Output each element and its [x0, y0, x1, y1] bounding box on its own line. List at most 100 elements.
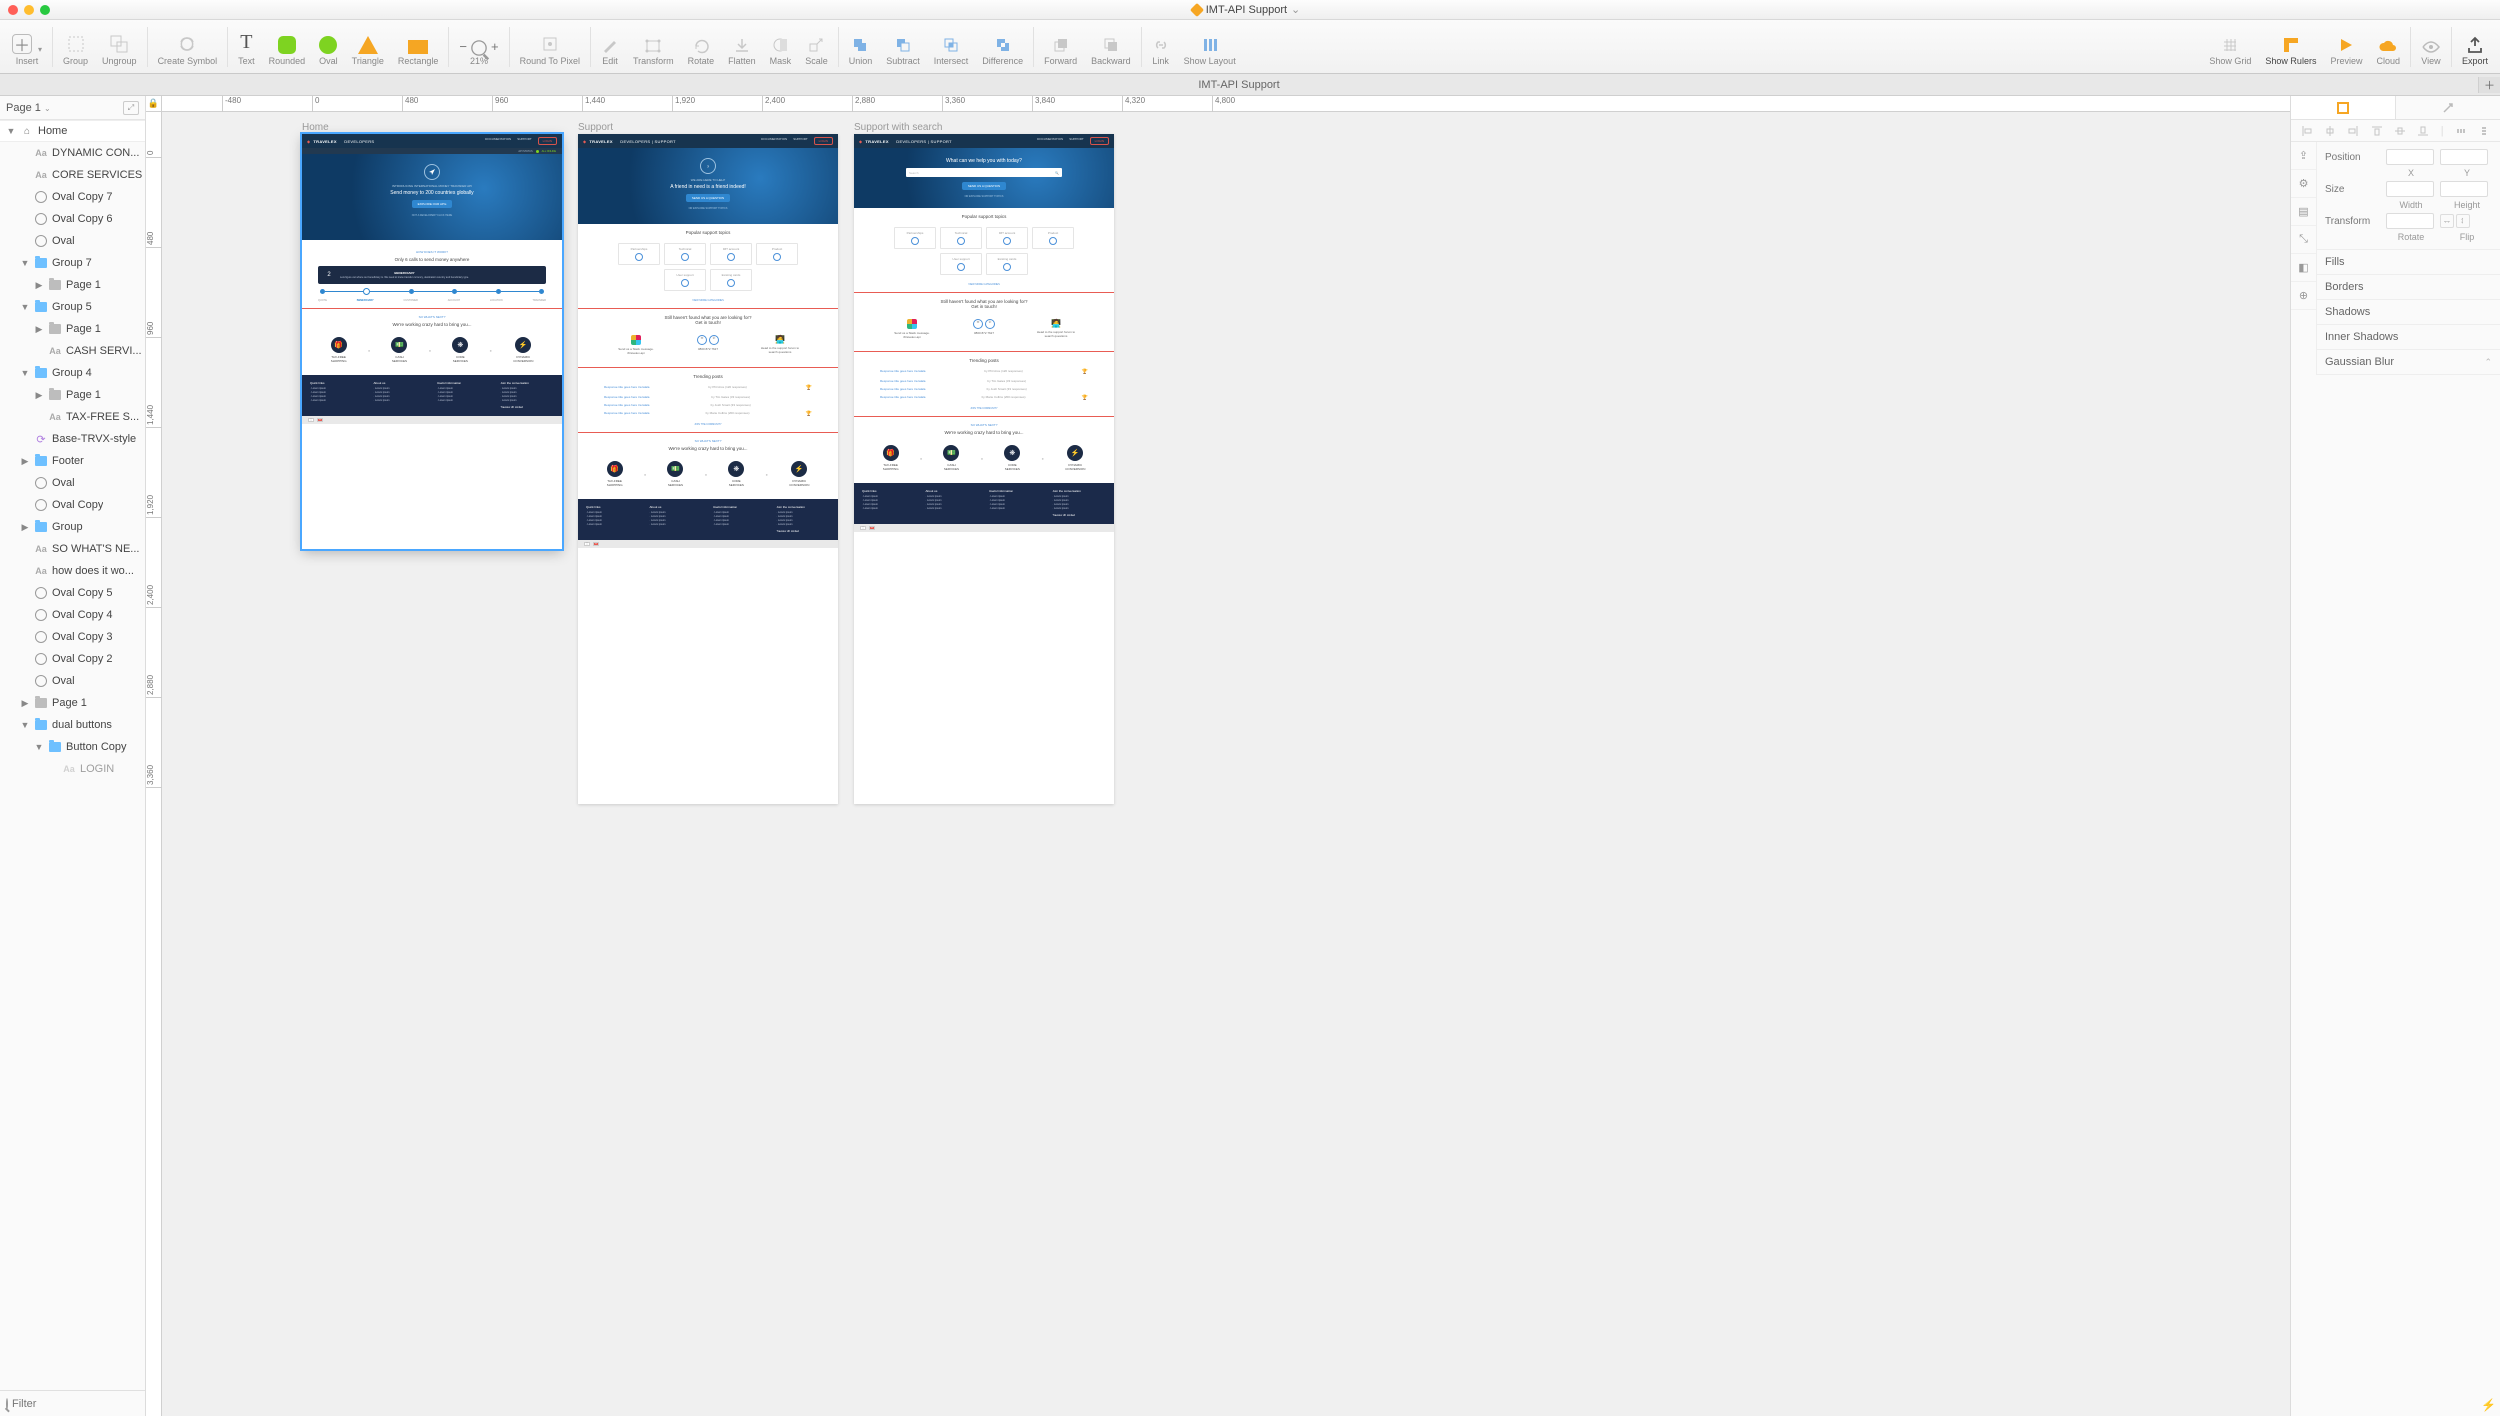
- fills-section[interactable]: Fills: [2317, 250, 2500, 275]
- rounded-tool[interactable]: Rounded: [263, 28, 312, 66]
- shadows-section[interactable]: Shadows: [2317, 300, 2500, 325]
- rotate-input[interactable]: [2386, 213, 2434, 229]
- round-to-pixel-button[interactable]: Round To Pixel: [514, 28, 586, 66]
- layer-row[interactable]: ▶Group: [0, 516, 145, 538]
- layer-row[interactable]: AaCORE SERVICES: [0, 164, 145, 186]
- layer-filter[interactable]: [0, 1390, 145, 1416]
- layer-row[interactable]: ⟳Base-TRVX-style: [0, 428, 145, 450]
- edit-tool[interactable]: Edit: [595, 28, 625, 66]
- expand-pages-icon[interactable]: ⤢: [123, 101, 139, 115]
- page-selector[interactable]: Page 1 ⌄ ⤢: [0, 96, 145, 120]
- create-symbol-button[interactable]: Create Symbol: [152, 28, 224, 66]
- pos-x-input[interactable]: [2386, 149, 2434, 165]
- close-window[interactable]: [8, 5, 18, 15]
- plugin-bolt-icon[interactable]: ⚡: [2481, 1398, 2496, 1412]
- horizontal-ruler[interactable]: -48004809601,4401,9202,4002,8803,3603,84…: [162, 96, 2290, 112]
- vertical-ruler[interactable]: 04809601,4401,9202,4002,8803,360: [146, 112, 162, 1416]
- tab-design[interactable]: [2291, 96, 2396, 119]
- settings-icon[interactable]: ⚙: [2291, 170, 2316, 198]
- layer-row[interactable]: ▶Page 1: [0, 384, 145, 406]
- artboard-support-search[interactable]: ◆TRAVELEX DEVELOPERS | SUPPORTDOCUMENTAT…: [854, 134, 1114, 804]
- artboard-label-support[interactable]: Support: [578, 122, 613, 133]
- add-icon[interactable]: ⊕: [2291, 282, 2316, 310]
- layer-row[interactable]: Oval: [0, 670, 145, 692]
- height-input[interactable]: [2440, 181, 2488, 197]
- preview-button[interactable]: Preview: [2324, 28, 2368, 66]
- union-tool[interactable]: Union: [843, 28, 879, 66]
- flip-v-button[interactable]: ⥑: [2456, 214, 2470, 228]
- layer-row[interactable]: AaLOGIN: [0, 758, 145, 780]
- flatten-tool[interactable]: Flatten: [722, 28, 762, 66]
- zoom-window[interactable]: [40, 5, 50, 15]
- chevron-down-icon[interactable]: ⌄: [1291, 3, 1300, 16]
- layer-row[interactable]: AaCASH SERVI...: [0, 340, 145, 362]
- show-grid-button[interactable]: Show Grid: [2203, 28, 2257, 66]
- layer-row[interactable]: ▶Page 1: [0, 274, 145, 296]
- pos-y-input[interactable]: [2440, 149, 2488, 165]
- layer-row[interactable]: ▼Group 7: [0, 252, 145, 274]
- layer-row[interactable]: Oval Copy 3: [0, 626, 145, 648]
- cloud-button[interactable]: Cloud: [2370, 28, 2406, 66]
- layer-row[interactable]: ▶Page 1: [0, 318, 145, 340]
- triangle-tool[interactable]: Triangle: [346, 28, 390, 66]
- add-tab-button[interactable]: ＋: [2478, 77, 2500, 93]
- difference-tool[interactable]: Difference: [976, 28, 1029, 66]
- canvas[interactable]: Home ◆TRAVELEX DEVELOPERSDOCUMENTATIONSU…: [162, 112, 2290, 1416]
- layer-row[interactable]: AaDYNAMIC CON...: [0, 142, 145, 164]
- layer-row[interactable]: Oval Copy 7: [0, 186, 145, 208]
- resize-icon[interactable]: ⤡: [2291, 226, 2316, 254]
- rotate-tool[interactable]: Rotate: [682, 28, 721, 66]
- layer-row[interactable]: ▶Footer: [0, 450, 145, 472]
- layer-row[interactable]: AaTAX-FREE S...: [0, 406, 145, 428]
- export-icon[interactable]: ⇪: [2291, 142, 2316, 170]
- inner-shadows-section[interactable]: Inner Shadows: [2317, 325, 2500, 350]
- layer-row[interactable]: Oval: [0, 230, 145, 252]
- layer-row[interactable]: Oval Copy 5: [0, 582, 145, 604]
- alignment-controls[interactable]: |: [2291, 120, 2500, 142]
- insert-menu[interactable]: ＋▾ Insert: [6, 28, 48, 66]
- layer-row[interactable]: Oval: [0, 472, 145, 494]
- show-rulers-button[interactable]: Show Rulers: [2259, 28, 2322, 66]
- ruler-origin[interactable]: 🔒: [146, 96, 162, 112]
- layer-row[interactable]: ▼dual buttons: [0, 714, 145, 736]
- oval-tool[interactable]: Oval: [313, 28, 344, 66]
- layer-row[interactable]: Oval Copy 2: [0, 648, 145, 670]
- layer-row[interactable]: ▼Button Copy: [0, 736, 145, 758]
- show-layout-button[interactable]: Show Layout: [1178, 28, 1242, 66]
- artboard-support[interactable]: ◆TRAVELEX DEVELOPERS | SUPPORTDOCUMENTAT…: [578, 134, 838, 804]
- layer-row[interactable]: ▶Page 1: [0, 692, 145, 714]
- artboard-label-home[interactable]: Home: [302, 122, 329, 133]
- shadow-icon[interactable]: ◧: [2291, 254, 2316, 282]
- artboard-label-support-search[interactable]: Support with search: [854, 122, 942, 133]
- layout-icon[interactable]: ▤: [2291, 198, 2316, 226]
- flip-h-button[interactable]: ⥐: [2440, 214, 2454, 228]
- filter-input[interactable]: [12, 1398, 154, 1410]
- layer-row[interactable]: ▼Group 4: [0, 362, 145, 384]
- link-button[interactable]: Link: [1146, 28, 1176, 66]
- backward-button[interactable]: Backward: [1085, 28, 1137, 66]
- subtract-tool[interactable]: Subtract: [880, 28, 926, 66]
- borders-section[interactable]: Borders: [2317, 275, 2500, 300]
- layer-row[interactable]: Aahow does it wo...: [0, 560, 145, 582]
- layer-row[interactable]: ▼Group 5: [0, 296, 145, 318]
- minimize-window[interactable]: [24, 5, 34, 15]
- layer-row[interactable]: AaSO WHAT'S NE...: [0, 538, 145, 560]
- layer-row[interactable]: ▼⌂Home: [0, 120, 145, 142]
- layer-row[interactable]: Oval Copy 6: [0, 208, 145, 230]
- export-button[interactable]: Export: [2456, 28, 2494, 66]
- layer-row[interactable]: Oval Copy 4: [0, 604, 145, 626]
- tab-imt-api-support[interactable]: IMT-API Support: [0, 74, 2478, 96]
- group-button[interactable]: Group: [57, 28, 94, 66]
- width-input[interactable]: [2386, 181, 2434, 197]
- canvas-area[interactable]: 🔒 -48004809601,4401,9202,4002,8803,3603,…: [146, 96, 2290, 1416]
- view-button[interactable]: View: [2415, 28, 2447, 66]
- mask-tool[interactable]: Mask: [764, 28, 798, 66]
- intersect-tool[interactable]: Intersect: [928, 28, 975, 66]
- transform-tool[interactable]: Transform: [627, 28, 680, 66]
- forward-button[interactable]: Forward: [1038, 28, 1083, 66]
- ungroup-button[interactable]: Ungroup: [96, 28, 143, 66]
- tab-prototype[interactable]: [2396, 96, 2500, 119]
- artboard-home[interactable]: ◆TRAVELEX DEVELOPERSDOCUMENTATIONSUPPORT…: [302, 134, 562, 549]
- layer-tree[interactable]: ▼⌂HomeAaDYNAMIC CON...AaCORE SERVICESOva…: [0, 120, 145, 1390]
- rectangle-tool[interactable]: Rectangle: [392, 28, 445, 66]
